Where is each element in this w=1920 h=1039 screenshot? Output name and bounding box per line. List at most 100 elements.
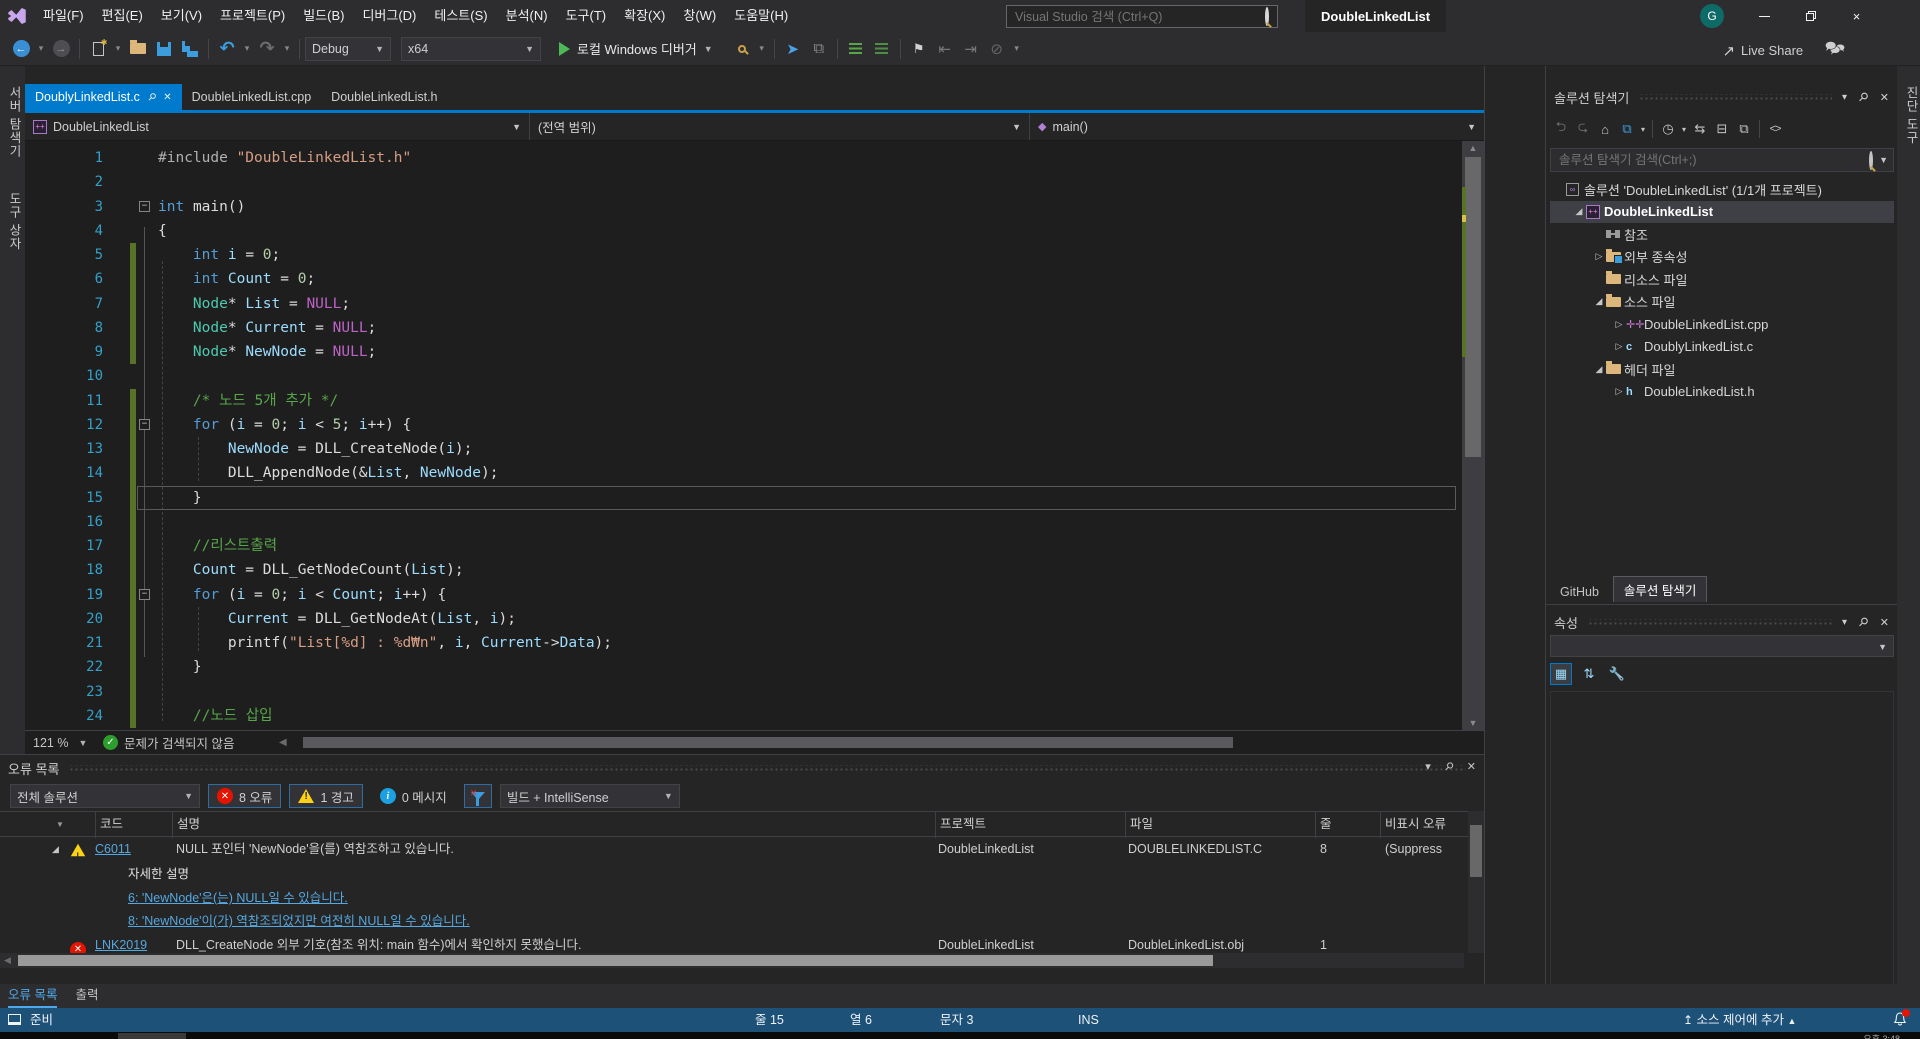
previous-bookmark-icon[interactable]: ⇤ xyxy=(933,37,957,61)
panel-drag-handle[interactable] xyxy=(69,765,1466,771)
undo-dropdown[interactable]: ▾ xyxy=(241,37,253,61)
warnings-filter-button[interactable]: 1 경고 xyxy=(289,784,362,808)
sync-with-active-document-icon[interactable]: ⇆ xyxy=(1689,118,1711,140)
back-icon[interactable]: ⮌ xyxy=(1550,118,1572,140)
panel-options-icon[interactable]: ▾ xyxy=(1842,617,1847,628)
panel-drag-handle[interactable] xyxy=(1588,619,1832,625)
code-line[interactable]: 10 xyxy=(25,364,1462,388)
menu-item-2[interactable]: 편집(E) xyxy=(93,0,152,32)
code-line[interactable]: 5 int i = 0; xyxy=(25,243,1462,267)
collapsed-arrow-icon[interactable]: ▷ xyxy=(1612,319,1626,330)
error-hscrollbar-thumb[interactable] xyxy=(18,955,1213,966)
live-share-button[interactable]: ↗ Live Share 🗫 xyxy=(1722,38,1845,63)
error-detail-link[interactable]: 6: 'NewNode'은(는) NULL일 수 있습니다. xyxy=(128,887,348,910)
navbar-project-dropdown[interactable]: ++ DoubleLinkedList▼ xyxy=(25,113,530,140)
find-in-files-icon[interactable] xyxy=(730,37,754,61)
menu-item-8[interactable]: 분석(N) xyxy=(497,0,557,32)
error-scope-dropdown[interactable]: 전체 솔루션▼ xyxy=(10,784,200,808)
error-list-hscrollbar[interactable]: ◀ xyxy=(0,953,1464,968)
code-line[interactable]: 1#include "DoubleLinkedList.h" xyxy=(25,146,1462,170)
save-icon[interactable] xyxy=(152,37,176,61)
menu-item-7[interactable]: 테스트(S) xyxy=(425,0,496,32)
bottom-tab-출력[interactable]: 출력 xyxy=(75,984,98,1008)
close-panel-icon[interactable]: ✕ xyxy=(1880,91,1889,104)
panel-drag-handle[interactable] xyxy=(1639,94,1832,100)
scroll-up-arrow[interactable]: ▲ xyxy=(1462,143,1484,153)
column-header-1[interactable]: 코드 xyxy=(95,812,172,838)
solution-configuration-dropdown[interactable]: Debug▼ xyxy=(305,37,391,61)
navbar-scope-dropdown[interactable]: (전역 범위)▼ xyxy=(530,113,1030,140)
error-row[interactable]: ✕LNK2019DLL_CreateNode 외부 기호(참조 위치: main… xyxy=(0,933,1484,953)
close-panel-icon[interactable]: ✕ xyxy=(1467,760,1476,773)
menu-item-10[interactable]: 확장(X) xyxy=(615,0,674,32)
categorized-icon[interactable]: ▦ xyxy=(1550,663,1572,685)
tree-item[interactable]: ▷cDoublyLinkedList.c xyxy=(1550,336,1894,359)
next-bookmark-icon[interactable]: ⇥ xyxy=(959,37,983,61)
global-search-box[interactable] xyxy=(1006,5,1278,28)
editor-horizontal-scrollbar[interactable]: ◀ xyxy=(293,736,1480,749)
undo-icon[interactable]: ↶ xyxy=(215,37,239,61)
navigate-forward-icon[interactable]: → xyxy=(49,37,73,61)
editor-scrollbar-thumb[interactable] xyxy=(1465,157,1481,457)
search-dropdown[interactable]: ▼ xyxy=(1879,155,1893,165)
column-header-3[interactable]: 프로젝트 xyxy=(935,812,1125,838)
toggle-bookmark-icon[interactable]: ⚑ xyxy=(907,37,931,61)
open-file-icon[interactable] xyxy=(126,37,150,61)
increase-indent-icon[interactable] xyxy=(870,37,894,61)
home-icon[interactable]: ⌂ xyxy=(1594,118,1616,140)
close-panel-icon[interactable]: ✕ xyxy=(1880,616,1889,629)
document-tab[interactable]: DoublyLinkedList.c⚲✕ xyxy=(25,84,182,110)
document-tab[interactable]: DoubleLinkedList.cpp xyxy=(182,84,322,110)
add-to-source-control-button[interactable]: ↥ 소스 제어에 추가 ▲ xyxy=(1683,1008,1796,1033)
tree-item[interactable]: ◢소스 파일 xyxy=(1550,291,1894,314)
global-search-input[interactable] xyxy=(1007,10,1257,24)
property-pages-icon[interactable]: 🔧 xyxy=(1606,663,1628,685)
save-all-icon[interactable] xyxy=(178,37,202,61)
menu-item-11[interactable]: 창(W) xyxy=(674,0,725,32)
code-line[interactable]: 3int main() xyxy=(25,195,1462,219)
code-line[interactable]: 13 NewNode = DLL_CreateNode(i); xyxy=(25,437,1462,461)
menu-item-3[interactable]: 보기(V) xyxy=(152,0,211,32)
scroll-down-arrow[interactable]: ▼ xyxy=(1462,718,1484,728)
dock-tab-솔루션 탐색기[interactable]: 솔루션 탐색기 xyxy=(1613,576,1707,602)
notifications-bell[interactable] xyxy=(1892,1010,1908,1031)
code-line[interactable]: 20 Current = DLL_GetNodeAt(List, i); xyxy=(25,607,1462,631)
navbar-member-dropdown[interactable]: ◆ main()▼ xyxy=(1030,113,1484,140)
switch-views-icon[interactable]: ⧉ xyxy=(1616,118,1638,140)
column-header-4[interactable]: 파일 xyxy=(1125,812,1315,838)
bookmark-dropdown[interactable]: ▾ xyxy=(1011,37,1023,61)
code-line[interactable]: 18 Count = DLL_GetNodeCount(List); xyxy=(25,558,1462,582)
find-dropdown[interactable]: ▾ xyxy=(756,37,768,61)
close-button[interactable]: × xyxy=(1834,0,1879,32)
tab-pin-icon[interactable]: ⚲ xyxy=(145,91,158,104)
error-code-link[interactable]: C6011 xyxy=(95,837,131,862)
code-line[interactable]: 9 Node* NewNode = NULL; xyxy=(25,340,1462,364)
code-line[interactable]: 2 xyxy=(25,170,1462,194)
errors-filter-button[interactable]: ✕ 8 오류 xyxy=(208,784,281,808)
menu-item-1[interactable]: 파일(F) xyxy=(34,0,93,32)
scroll-left-arrow[interactable]: ◀ xyxy=(4,955,11,966)
code-line[interactable]: 6 int Count = 0; xyxy=(25,267,1462,291)
show-all-files-icon[interactable]: <> xyxy=(1764,118,1786,140)
restore-button[interactable] xyxy=(1788,0,1833,32)
navigate-back-dropdown[interactable]: ▾ xyxy=(35,37,47,61)
code-editor[interactable]: −−− 1#include "DoubleLinkedList.h"23int … xyxy=(25,141,1462,730)
document-tab[interactable]: DoubleLinkedList.h xyxy=(321,84,447,110)
column-header-2[interactable]: 설명 xyxy=(172,812,935,838)
properties-object-dropdown[interactable]: ▼ xyxy=(1550,635,1894,657)
error-vscrollbar-thumb[interactable] xyxy=(1470,825,1482,877)
new-file-icon[interactable] xyxy=(86,37,110,61)
code-line[interactable]: 14 DLL_AppendNode(&List, NewNode); xyxy=(25,461,1462,485)
expanded-arrow-icon[interactable]: ◢ xyxy=(1572,206,1586,217)
navigate-back-icon[interactable]: ← xyxy=(9,37,33,61)
pin-icon[interactable]: ⚲ xyxy=(1855,614,1871,630)
editor-vertical-scrollbar[interactable]: ▲ ▼ xyxy=(1462,141,1484,730)
code-line[interactable]: 15 } xyxy=(25,486,1462,510)
filter-button[interactable] xyxy=(464,784,492,808)
properties-titlebar[interactable]: 속성 ▾ ⚲ ✕ xyxy=(1546,609,1897,635)
tree-item[interactable]: 참조 xyxy=(1550,223,1894,246)
pin-icon[interactable]: ⚲ xyxy=(1855,89,1871,105)
panel-options-icon[interactable]: ▾ xyxy=(1425,760,1431,773)
code-line[interactable]: 16 xyxy=(25,510,1462,534)
minimize-button[interactable] xyxy=(1742,0,1787,32)
